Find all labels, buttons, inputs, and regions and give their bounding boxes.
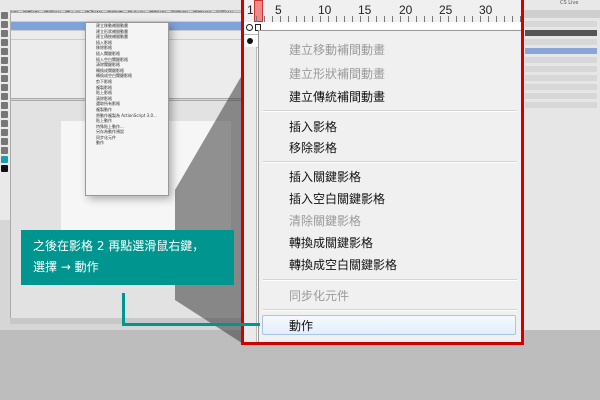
keyframe-dot-icon[interactable] [247, 38, 253, 44]
menu-item-sync-symbols[interactable]: 同步化元件 [289, 287, 349, 304]
menu-item-insert-frame[interactable]: 插入影格 [289, 118, 337, 135]
ruler-label: 20 [399, 3, 413, 17]
context-menu: 建立移動補間動畫 建立形狀補間動畫 建立傳統補間動畫 插入影格 移除影格 插入關… [258, 30, 521, 342]
menu-item-insert-blank-keyframe[interactable]: 插入空白關鍵影格 [289, 190, 385, 207]
instruction-callout: 之後在影格 2 再點選滑鼠右鍵， 選擇 → 動作 [21, 230, 234, 285]
menu-item-clear-keyframe[interactable]: 清除關鍵影格 [289, 212, 361, 229]
callout-connector [122, 323, 260, 326]
menu-separator [263, 161, 517, 163]
layer-column [244, 47, 257, 342]
menu-item-create-classic-tween[interactable]: 建立傳統補間動畫 [289, 88, 385, 105]
menu-item-insert-keyframe[interactable]: 插入關鍵影格 [289, 168, 361, 185]
menu-item-actions[interactable]: 動作 [289, 317, 313, 334]
menu-item-convert-to-keyframe[interactable]: 轉換成關鍵影格 [289, 234, 373, 251]
menu-separator [263, 110, 517, 112]
menu-item-create-shape-tween[interactable]: 建立形狀補間動畫 [289, 65, 385, 82]
menu-separator [263, 279, 517, 281]
keyframe-icon[interactable] [246, 24, 253, 31]
callout-line-2: 選擇 → 動作 [33, 260, 99, 274]
ruler-label: 30 [479, 3, 493, 17]
menu-item-convert-to-blank-keyframe[interactable]: 轉換成空白關鍵影格 [289, 256, 397, 273]
ruler-label: 5 [275, 3, 282, 17]
ruler-label: 15 [358, 3, 372, 17]
ruler-label: 10 [318, 3, 332, 17]
menu-item-remove-frame[interactable]: 移除影格 [289, 139, 337, 156]
ruler-label: 1 [247, 3, 254, 17]
menu-item-create-motion-tween[interactable]: 建立移動補間動畫 [289, 41, 385, 58]
frame-ruler[interactable]: 1 5 10 15 20 25 30 [244, 0, 521, 23]
menu-separator [263, 309, 517, 311]
callout-line-1: 之後在影格 2 再點選滑鼠右鍵， [33, 239, 205, 253]
callout-connector [122, 293, 125, 326]
zoomed-timeline-view: 1 5 10 15 20 25 30 建立移動補間動畫 建立形狀補間動畫 建立傳統補間動畫 … [241, 0, 524, 345]
ruler-label: 25 [439, 3, 453, 17]
